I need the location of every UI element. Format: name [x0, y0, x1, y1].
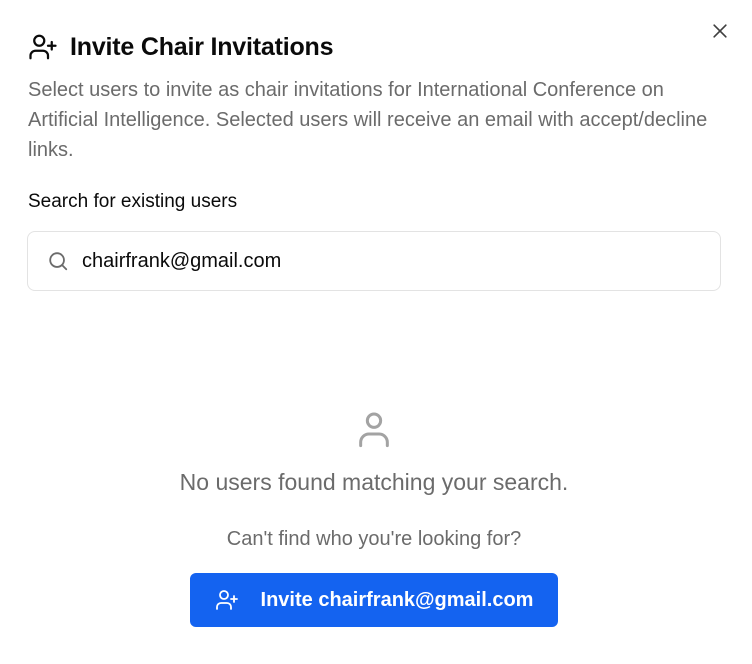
invite-button-label: Invite chairfrank@gmail.com — [260, 588, 534, 611]
dialog-header: Invite Chair Invitations — [28, 32, 334, 62]
search-icon — [46, 249, 70, 273]
invite-dialog: Invite Chair Invitations Select users to… — [0, 0, 752, 664]
dialog-title: Invite Chair Invitations — [70, 32, 334, 61]
user-icon — [350, 405, 398, 453]
user-plus-icon — [215, 588, 239, 612]
empty-state-message: No users found matching your search. — [179, 469, 569, 495]
search-label: Search for existing users — [28, 191, 238, 212]
close-icon — [710, 21, 730, 46]
user-plus-icon — [28, 32, 58, 62]
invite-email-button[interactable]: Invite chairfrank@gmail.com — [190, 573, 558, 627]
help-text: Can't find who you're looking for? — [226, 528, 522, 550]
dialog-description: Select users to invite as chair invitati… — [28, 79, 708, 161]
close-button[interactable] — [709, 22, 731, 44]
search-input[interactable] — [82, 249, 682, 273]
search-field[interactable] — [27, 231, 721, 291]
